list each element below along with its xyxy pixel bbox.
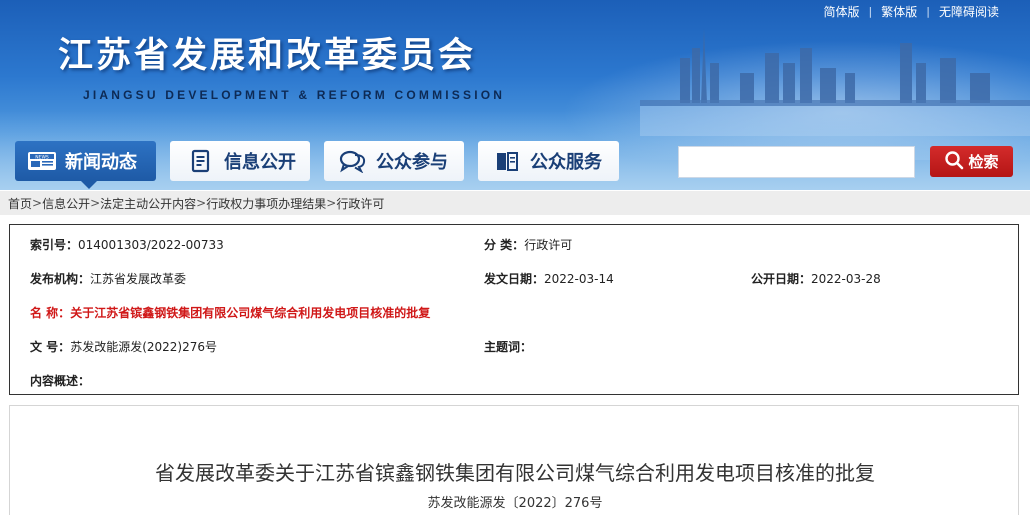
breadcrumb-separator: > xyxy=(326,196,337,210)
info-doc-no-value: 苏发改能源发(2022)276号 xyxy=(70,340,217,354)
document-info-table: 索引号：014001303/2022-00733 分 类：行政许可 发布机构：江… xyxy=(9,224,1019,395)
info-name-value: 关于江苏省镔鑫钢铁集团有限公司煤气综合利用发电项目核准的批复 xyxy=(70,306,431,320)
info-issue-date-label: 发文日期： xyxy=(484,272,545,286)
breadcrumb-admin-license[interactable]: 行政许可 xyxy=(336,195,384,212)
simplified-chinese-link[interactable]: 简体版 xyxy=(815,3,869,20)
breadcrumb-admin-power-results[interactable]: 行政权力事项办理结果 xyxy=(206,195,326,212)
breadcrumb-separator: > xyxy=(196,196,207,210)
breadcrumb-statutory-content[interactable]: 法定主动公开内容 xyxy=(100,195,196,212)
info-open-date-value: 2022-03-28 xyxy=(811,272,881,286)
info-publisher: 发布机构：江苏省发展改革委 xyxy=(30,270,186,287)
info-index-no-value: 014001303/2022-00733 xyxy=(78,238,224,252)
site-title: 江苏省发展和改革委员会 xyxy=(58,36,477,76)
accessible-reading-link[interactable]: 无障碍阅读 xyxy=(930,3,1008,20)
info-summary: 内容概述： xyxy=(30,372,90,389)
breadcrumb-home[interactable]: 首页 xyxy=(8,195,32,212)
search-button-label: 检索 xyxy=(968,153,999,171)
article-body: 省发展改革委关于江苏省镔鑫钢铁集团有限公司煤气综合利用发电项目核准的批复 苏发改… xyxy=(9,405,1019,515)
nav-public-participation-label: 公众参与 xyxy=(376,152,448,173)
info-index-no: 索引号：014001303/2022-00733 xyxy=(30,236,224,253)
info-publisher-label: 发布机构： xyxy=(30,272,91,286)
nav-public-service[interactable]: 公众服务 xyxy=(478,141,619,181)
news-badge-text: NEWS xyxy=(35,154,49,160)
info-keywords-label: 主题词： xyxy=(484,340,533,354)
breadcrumb: 首页 > 信息公开 > 法定主动公开内容 > 行政权力事项办理结果 > 行政许可 xyxy=(0,191,1030,215)
info-open-date: 公开日期：2022-03-28 xyxy=(751,270,881,287)
breadcrumb-info-disclosure[interactable]: 信息公开 xyxy=(42,195,90,212)
info-issue-date-value: 2022-03-14 xyxy=(544,272,614,286)
info-issue-date: 发文日期：2022-03-14 xyxy=(484,270,614,287)
document-icon xyxy=(186,148,216,174)
chat-icon xyxy=(338,148,368,174)
article-doc-number: 苏发改能源发〔2022〕276号 xyxy=(427,496,603,511)
article-title: 省发展改革委关于江苏省镔鑫钢铁集团有限公司煤气综合利用发电项目核准的批复 xyxy=(155,461,875,485)
nav-info-disclosure-label: 信息公开 xyxy=(224,152,296,173)
info-name: 名 称：关于江苏省镔鑫钢铁集团有限公司煤气综合利用发电项目核准的批复 xyxy=(30,304,430,321)
search-button[interactable]: 检索 xyxy=(930,146,1013,177)
nav-public-participation[interactable]: 公众参与 xyxy=(324,141,464,181)
nav-news-label: 新闻动态 xyxy=(65,152,137,173)
info-category-label: 分 类： xyxy=(484,238,525,252)
site-subtitle: JIANGSU DEVELOPMENT & REFORM COMMISSION xyxy=(83,88,506,102)
breadcrumb-separator: > xyxy=(32,196,43,210)
site-header: 简体版 | 繁体版 | 无障碍阅读 江苏省发展和改革委员会 JIANGSU DE… xyxy=(0,0,1030,190)
info-summary-label: 内容概述： xyxy=(30,374,91,388)
info-category-value: 行政许可 xyxy=(524,238,573,252)
info-doc-no: 文 号：苏发改能源发(2022)276号 xyxy=(30,338,217,355)
search-input[interactable] xyxy=(678,146,915,178)
search-icon xyxy=(944,150,964,173)
nav-news[interactable]: NEWS 新闻动态 xyxy=(15,141,156,189)
book-icon xyxy=(492,148,522,174)
breadcrumb-separator: > xyxy=(90,196,101,210)
info-index-no-label: 索引号： xyxy=(30,238,79,252)
info-category: 分 类：行政许可 xyxy=(484,236,572,253)
nav-info-disclosure[interactable]: 信息公开 xyxy=(170,141,310,181)
info-doc-no-label: 文 号： xyxy=(30,340,71,354)
language-bar: 简体版 | 繁体版 | 无障碍阅读 xyxy=(815,3,1008,20)
info-keywords: 主题词： xyxy=(484,338,532,355)
nav-public-service-label: 公众服务 xyxy=(530,152,602,173)
info-name-label: 名 称： xyxy=(30,306,71,320)
traditional-chinese-link[interactable]: 繁体版 xyxy=(872,3,926,20)
news-icon: NEWS xyxy=(27,148,57,174)
info-publisher-value: 江苏省发展改革委 xyxy=(90,272,187,286)
info-open-date-label: 公开日期： xyxy=(751,272,812,286)
